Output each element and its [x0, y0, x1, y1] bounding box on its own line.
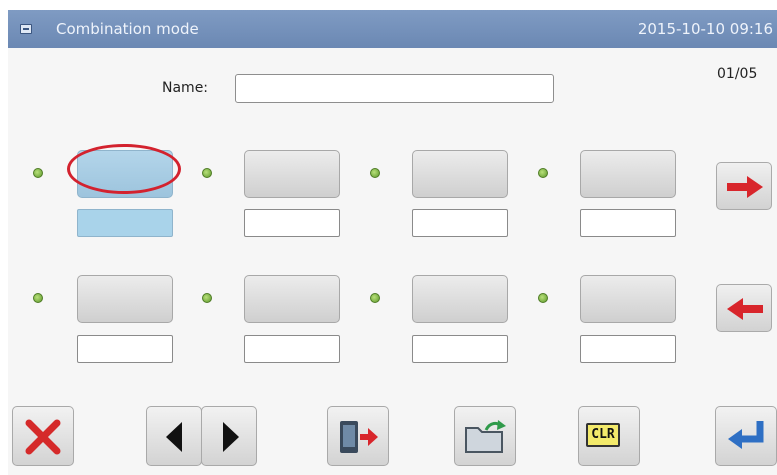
next-page-button[interactable]: [716, 162, 772, 210]
slot-5-button[interactable]: [77, 275, 173, 323]
enter-icon: [728, 421, 764, 449]
slot-5-field[interactable]: [77, 335, 173, 363]
datetime-display: 2015-10-10 09:16: [637, 20, 773, 38]
slot-4-button[interactable]: [580, 150, 676, 198]
slot-2-field[interactable]: [244, 209, 340, 237]
move-left-button[interactable]: [146, 406, 202, 466]
triangle-right-icon: [223, 422, 239, 452]
slot-6-indicator-dot: [202, 293, 212, 303]
arrow-left-icon: [727, 298, 763, 320]
slot-8-field[interactable]: [580, 335, 676, 363]
window-title: Combination mode: [56, 20, 199, 38]
clr-icon: CLR: [586, 423, 620, 447]
window-menu-icon[interactable]: [20, 24, 32, 34]
slot-6-field[interactable]: [244, 335, 340, 363]
title-bar: Combination mode 2015-10-10 09:16: [8, 10, 777, 48]
slot-8-indicator-dot: [538, 293, 548, 303]
export-icon: [340, 421, 378, 453]
slot-5-indicator-dot: [33, 293, 43, 303]
slot-7-indicator-dot: [370, 293, 380, 303]
slot-3-indicator-dot: [370, 168, 380, 178]
slot-3-button[interactable]: [412, 150, 508, 198]
prev-page-button[interactable]: [716, 284, 772, 332]
export-button[interactable]: [327, 406, 389, 466]
name-label: Name:: [162, 80, 209, 96]
slot-3-field[interactable]: [412, 209, 508, 237]
slot-7-button[interactable]: [412, 275, 508, 323]
main-panel: Name: 01/05 CLR: [8, 48, 777, 475]
slot-1-field[interactable]: [77, 209, 173, 237]
page-indicator: 01/05: [717, 66, 758, 82]
slot-4-indicator-dot: [538, 168, 548, 178]
slot-4-field[interactable]: [580, 209, 676, 237]
slot-1-indicator-dot: [33, 168, 43, 178]
open-folder-button[interactable]: [454, 406, 516, 466]
delete-button[interactable]: [12, 406, 74, 466]
clear-button[interactable]: CLR: [578, 406, 640, 466]
triangle-left-icon: [166, 422, 182, 452]
slot-2-indicator-dot: [202, 168, 212, 178]
arrow-right-icon: [727, 176, 763, 198]
slot-6-button[interactable]: [244, 275, 340, 323]
move-right-button[interactable]: [201, 406, 257, 466]
x-icon: [25, 419, 61, 455]
selection-ring: [67, 144, 181, 194]
slot-7-field[interactable]: [412, 335, 508, 363]
name-input[interactable]: [235, 74, 554, 103]
slot-8-button[interactable]: [580, 275, 676, 323]
folder-icon: [465, 420, 506, 453]
enter-button[interactable]: [715, 406, 777, 466]
slot-2-button[interactable]: [244, 150, 340, 198]
